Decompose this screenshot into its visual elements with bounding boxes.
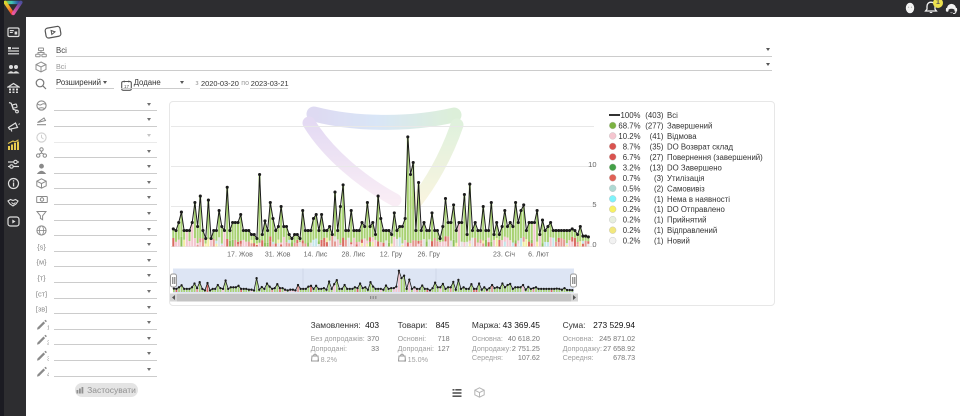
svg-text:0.2%: 0.2% [623,205,641,214]
svg-text:{зв}: {зв} [36,304,47,313]
svg-text:0.2%: 0.2% [623,226,641,235]
svg-text:(2): (2) [654,184,664,193]
svg-text:(1): (1) [654,216,664,225]
svg-text:(1): (1) [654,205,664,214]
svg-text:Прийнятий: Прийнятий [667,216,706,225]
svg-text:(41): (41) [650,132,664,141]
svg-text:6. Лют: 6. Лют [528,252,549,259]
svg-text:68.7%: 68.7% [618,122,640,131]
svg-text:0.2%: 0.2% [623,216,641,225]
svg-text:Нема в наявності: Нема в наявності [667,195,730,204]
svg-text:3.2%: 3.2% [623,163,641,172]
svg-text:{ст}: {ст} [36,289,47,298]
svg-text:%: % [317,359,319,362]
svg-text:8.7%: 8.7% [623,142,641,151]
svg-text:(1): (1) [654,237,664,246]
svg-text:0.2%: 0.2% [623,237,641,246]
svg-text:Самовивіз: Самовивіз [667,184,705,193]
svg-text:{т}: {т} [37,273,46,282]
svg-text:DO Отправлено: DO Отправлено [667,205,726,214]
svg-text:Повернення (завершений): Повернення (завершений) [667,153,763,162]
svg-text:26. Гру: 26. Гру [418,252,441,259]
svg-text:%: % [404,359,406,362]
svg-text:1: 1 [47,325,49,330]
svg-text:0.7%: 0.7% [623,174,641,183]
svg-text:Відмова: Відмова [667,132,697,141]
svg-text:14. Лис: 14. Лис [304,252,328,259]
svg-text:31. Жов: 31. Жов [265,252,291,259]
svg-text:Завершений: Завершений [667,122,712,131]
svg-text:Відправлений: Відправлений [667,226,717,235]
svg-text:{м}: {м} [36,258,47,267]
svg-text:{s}: {s} [37,242,46,251]
svg-text:12. Гру: 12. Гру [380,252,403,259]
svg-text:28. Лис: 28. Лис [341,252,365,259]
svg-text:10.2%: 10.2% [618,132,640,141]
svg-text:2: 2 [47,341,49,346]
svg-text:0.5%: 0.5% [623,184,641,193]
svg-text:3: 3 [47,356,49,361]
svg-text:(3): (3) [654,174,664,183]
svg-text:(1): (1) [654,226,664,235]
svg-text:100%: 100% [621,111,641,120]
svg-text:5: 5 [592,200,596,209]
svg-text:0: 0 [592,240,596,249]
svg-text:Новий: Новий [667,237,690,246]
svg-text:(277): (277) [645,122,664,131]
svg-text:4: 4 [47,372,49,377]
svg-text:(403): (403) [645,111,664,120]
svg-text:(1): (1) [654,195,664,204]
svg-text:(13): (13) [650,163,664,172]
svg-text:0.2%: 0.2% [623,195,641,204]
svg-text:6.7%: 6.7% [623,153,641,162]
svg-text:Всі: Всі [667,111,678,120]
svg-text:(27): (27) [650,153,664,162]
svg-text:DO Возврат склад: DO Возврат склад [667,142,734,151]
svg-text:17. Жов: 17. Жов [227,252,253,259]
svg-text:10: 10 [588,160,596,169]
svg-text:Утилізація: Утилізація [667,174,705,183]
svg-text:23. Січ: 23. Січ [493,251,515,259]
svg-text:DO Завершено: DO Завершено [667,163,723,172]
svg-text:(35): (35) [650,142,664,151]
